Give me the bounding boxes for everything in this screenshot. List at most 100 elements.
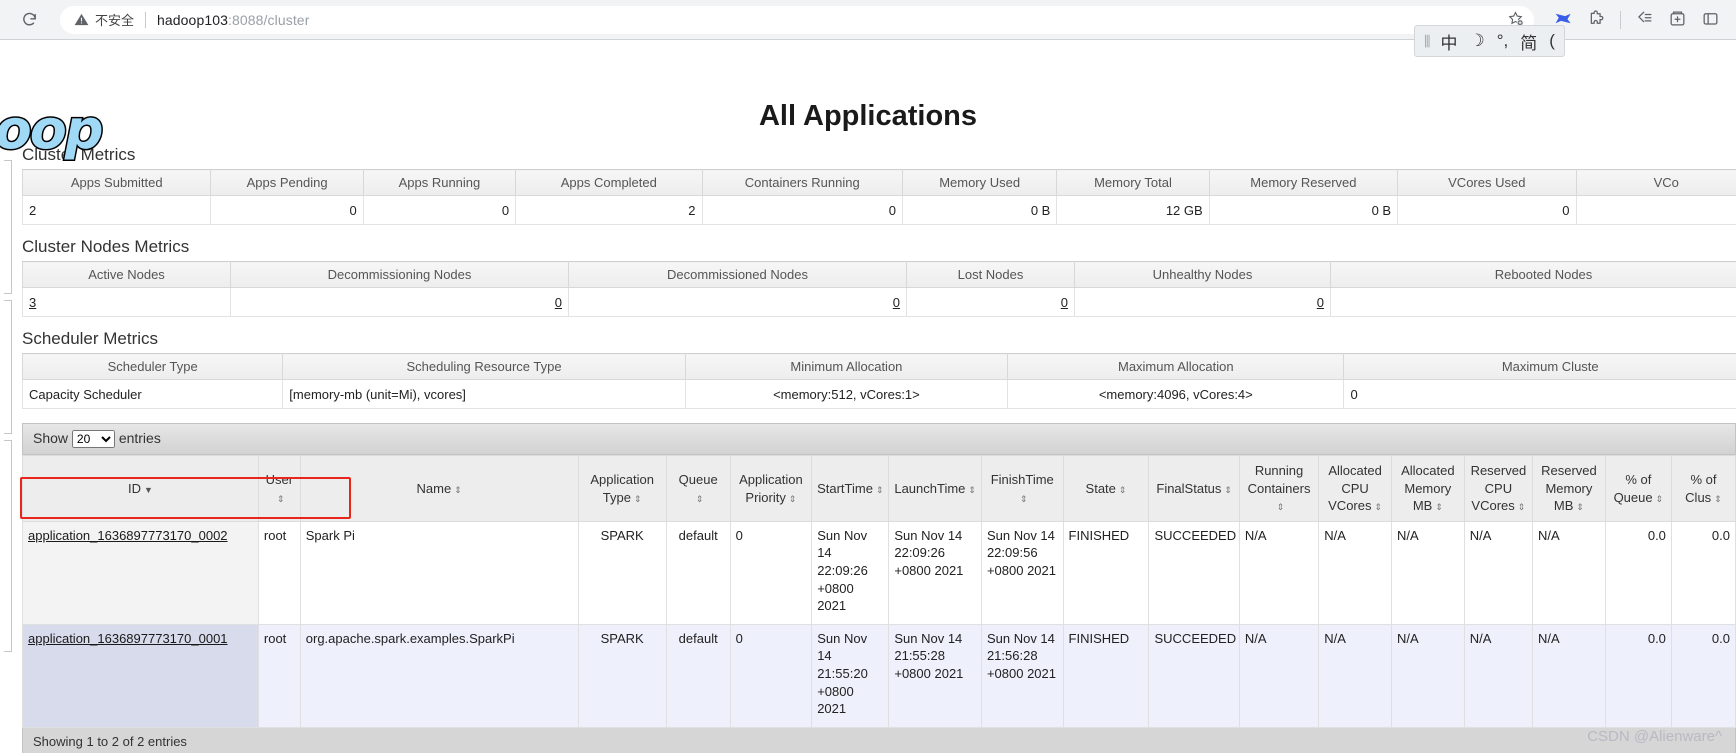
sort-both-icon[interactable]: ⇕ — [1119, 485, 1127, 495]
ime-item-more[interactable]: ( — [1549, 31, 1555, 51]
reload-icon[interactable] — [14, 5, 44, 35]
col-lost-nodes[interactable]: Lost Nodes — [906, 261, 1075, 288]
table-row[interactable]: application_1636897773170_0002 root Spar… — [22, 520, 1736, 625]
col-reserved-cpu-vcores[interactable]: Reserved CPU VCores ⇕ — [1463, 455, 1534, 522]
left-scroll-rail — [0, 160, 14, 753]
sort-both-icon[interactable]: ⇕ — [1435, 503, 1443, 512]
col-active-nodes[interactable]: Active Nodes — [22, 261, 231, 288]
col-decommissioned-nodes[interactable]: Decommissioned Nodes — [568, 261, 907, 288]
cluster-nodes-metrics-table: Active Nodes Decommissioning Nodes Decom… — [22, 261, 1736, 317]
col-apps-pending[interactable]: Apps Pending — [210, 169, 364, 196]
col-state[interactable]: State ⇕ — [1062, 455, 1150, 522]
cell-pct-queue: 0.0 — [1604, 623, 1672, 728]
ime-item-moon-icon[interactable]: ☽ — [1469, 31, 1484, 51]
scheduler-metrics-value-row: Capacity Scheduler [memory-mb (unit=Mi),… — [21, 379, 1736, 409]
col-maximum-cluster[interactable]: Maximum Cluste — [1343, 353, 1736, 380]
col-name-label: Name — [416, 480, 452, 496]
unhealthy-nodes-link[interactable]: 0 — [1317, 295, 1324, 310]
col-allocated-cpu-vcores[interactable]: Allocated CPU VCores ⇕ — [1318, 455, 1392, 522]
warning-triangle-icon — [74, 12, 89, 27]
sort-both-icon[interactable]: ⇕ — [1224, 485, 1232, 495]
sort-desc-icon[interactable]: ▼ — [144, 485, 153, 495]
cell-name: org.apache.spark.examples.SparkPi — [299, 623, 579, 728]
sort-both-icon[interactable]: ⇕ — [1277, 503, 1285, 512]
sort-both-icon[interactable]: ⇕ — [277, 494, 285, 504]
cell-queue: default — [665, 623, 731, 728]
col-user[interactable]: User ⇕ — [257, 455, 301, 522]
col-pct-of-queue[interactable]: % of Queue ⇕ — [1604, 455, 1672, 522]
col-start-time[interactable]: StartTime ⇕ — [811, 455, 890, 522]
col-vcores-total[interactable]: VCo — [1575, 169, 1736, 196]
col-decommissioning-nodes[interactable]: Decommissioning Nodes — [230, 261, 569, 288]
sort-both-icon[interactable]: ⇕ — [1375, 503, 1383, 512]
cell-reserved-cpu: N/A — [1463, 623, 1534, 728]
more-icon[interactable] — [1701, 9, 1720, 31]
col-application-priority[interactable]: Application Priority ⇕ — [729, 455, 813, 522]
col-queue[interactable]: Queue ⇕ — [665, 455, 731, 522]
cell-pct-queue: 0.0 — [1604, 520, 1672, 625]
cell-launch-time: Sun Nov 14 21:55:28 +0800 2021 — [888, 623, 982, 728]
extension-puzzle-icon[interactable] — [1587, 9, 1606, 31]
col-scheduling-resource-type[interactable]: Scheduling Resource Type — [282, 353, 686, 380]
col-memory-reserved[interactable]: Memory Reserved — [1208, 169, 1399, 196]
ime-toolbar[interactable]: ⫼ 中 ☽ °, 简 ( — [1414, 25, 1565, 57]
col-apps-submitted[interactable]: Apps Submitted — [21, 169, 212, 196]
sort-both-icon[interactable]: ⇕ — [1656, 494, 1664, 504]
cell-reserved-cpu: N/A — [1463, 520, 1534, 625]
col-running-containers[interactable]: Running Containers ⇕ — [1238, 455, 1320, 522]
cell-queue: default — [665, 520, 731, 625]
sort-both-icon[interactable]: ⇕ — [1714, 494, 1722, 504]
ime-item-punctuation[interactable]: °, — [1497, 31, 1509, 51]
col-allocated-memory-mb[interactable]: Allocated Memory MB ⇕ — [1390, 455, 1465, 522]
col-apps-completed[interactable]: Apps Completed — [515, 169, 703, 196]
col-memory-used[interactable]: Memory Used — [901, 169, 1058, 196]
col-id[interactable]: ID ▼ — [22, 455, 259, 522]
lost-nodes-link[interactable]: 0 — [1061, 295, 1068, 310]
decommissioned-nodes-link[interactable]: 0 — [893, 295, 900, 310]
sort-both-icon[interactable]: ⇕ — [1020, 494, 1028, 504]
decommissioning-nodes-link[interactable]: 0 — [555, 295, 562, 310]
val-scheduling-resource-type: [memory-mb (unit=Mi), vcores] — [282, 379, 686, 409]
cell-application-priority: 0 — [729, 623, 813, 728]
entries-label: entries — [118, 430, 161, 446]
collections-icon[interactable] — [1668, 9, 1687, 31]
table-row[interactable]: application_1636897773170_0001 root org.… — [22, 623, 1736, 728]
col-maximum-allocation[interactable]: Maximum Allocation — [1007, 353, 1345, 380]
col-memory-total[interactable]: Memory Total — [1056, 169, 1210, 196]
ime-item-chinese[interactable]: 中 — [1440, 29, 1457, 54]
col-unhealthy-nodes[interactable]: Unhealthy Nodes — [1074, 261, 1331, 288]
cell-id: application_1636897773170_0001 — [22, 623, 259, 728]
sort-both-icon[interactable]: ⇕ — [876, 485, 884, 495]
application-id-link[interactable]: application_1636897773170_0002 — [28, 528, 228, 543]
col-final-status[interactable]: FinalStatus ⇕ — [1148, 455, 1240, 522]
sort-both-icon[interactable]: ⇕ — [968, 485, 976, 495]
col-minimum-allocation[interactable]: Minimum Allocation — [684, 353, 1009, 380]
address-bar[interactable]: 不安全 hadoop103:8088/cluster — [60, 5, 1534, 34]
col-apps-running[interactable]: Apps Running — [362, 169, 517, 196]
sort-both-icon[interactable]: ⇕ — [1518, 503, 1526, 512]
col-queue-label: Queue — [678, 472, 718, 488]
active-nodes-link[interactable]: 3 — [29, 295, 36, 310]
col-containers-running[interactable]: Containers Running — [701, 169, 903, 196]
application-id-link[interactable]: application_1636897773170_0001 — [28, 631, 228, 646]
ime-item-simplified[interactable]: 简 — [1520, 29, 1537, 54]
sort-both-icon[interactable]: ⇕ — [454, 485, 462, 495]
cell-final-status: SUCCEEDED — [1148, 520, 1240, 625]
col-vcores-used[interactable]: VCores Used — [1397, 169, 1577, 196]
sort-both-icon[interactable]: ⇕ — [634, 494, 642, 504]
col-reserved-memory-mb[interactable]: Reserved Memory MB ⇕ — [1532, 455, 1606, 522]
sort-both-icon[interactable]: ⇕ — [696, 494, 704, 504]
share-icon[interactable] — [1635, 9, 1654, 31]
sort-both-icon[interactable]: ⇕ — [1576, 503, 1584, 512]
page-size-select[interactable]: 20 50 100 — [71, 430, 115, 449]
col-rebooted-nodes[interactable]: Rebooted Nodes — [1330, 261, 1736, 288]
ime-grip-icon[interactable]: ⫼ — [1424, 33, 1431, 50]
col-launch-time[interactable]: LaunchTime ⇕ — [888, 455, 982, 522]
col-scheduler-type[interactable]: Scheduler Type — [21, 353, 284, 380]
sort-both-icon[interactable]: ⇕ — [789, 494, 797, 504]
col-name[interactable]: Name ⇕ — [299, 455, 579, 522]
scheduler-metrics-header-row: Scheduler Type Scheduling Resource Type … — [21, 353, 1736, 380]
col-pct-of-cluster[interactable]: % of Clus ⇕ — [1670, 455, 1736, 522]
col-application-type[interactable]: Application Type ⇕ — [577, 455, 667, 522]
col-finish-time[interactable]: FinishTime ⇕ — [980, 455, 1064, 522]
